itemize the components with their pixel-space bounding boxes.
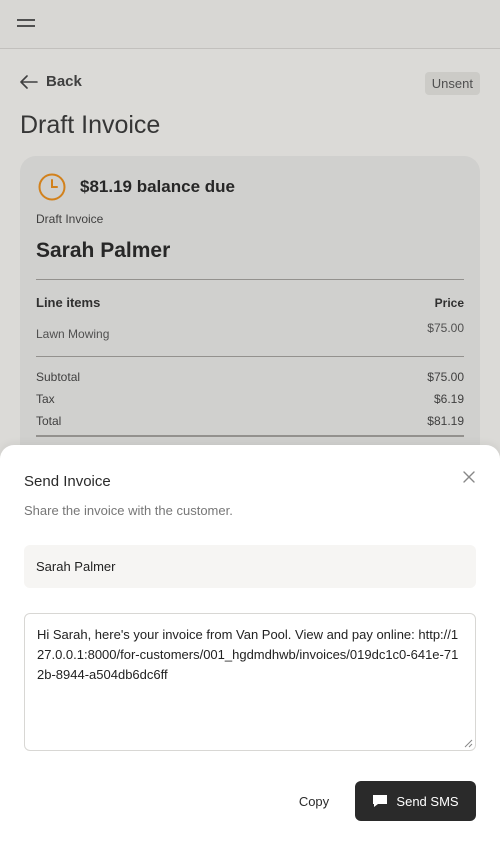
copy-button[interactable]: Copy <box>284 781 344 821</box>
chat-bubble-icon <box>373 795 388 807</box>
page: Back Unsent Draft Invoice $81.19 balance… <box>0 0 500 845</box>
resize-grip-icon[interactable] <box>464 739 473 748</box>
send-sms-label: Send SMS <box>396 793 459 809</box>
message-text: Hi Sarah, here's your invoice from Van P… <box>37 627 459 682</box>
recipient-field[interactable]: Sarah Palmer <box>24 545 476 588</box>
sheet-title: Send Invoice <box>24 473 111 490</box>
send-invoice-sheet: Send Invoice Share the invoice with the … <box>0 445 500 845</box>
message-textarea[interactable]: Hi Sarah, here's your invoice from Van P… <box>24 613 476 751</box>
close-icon[interactable] <box>462 470 476 484</box>
sheet-description: Share the invoice with the customer. <box>24 503 233 518</box>
send-sms-button[interactable]: Send SMS <box>355 781 476 821</box>
